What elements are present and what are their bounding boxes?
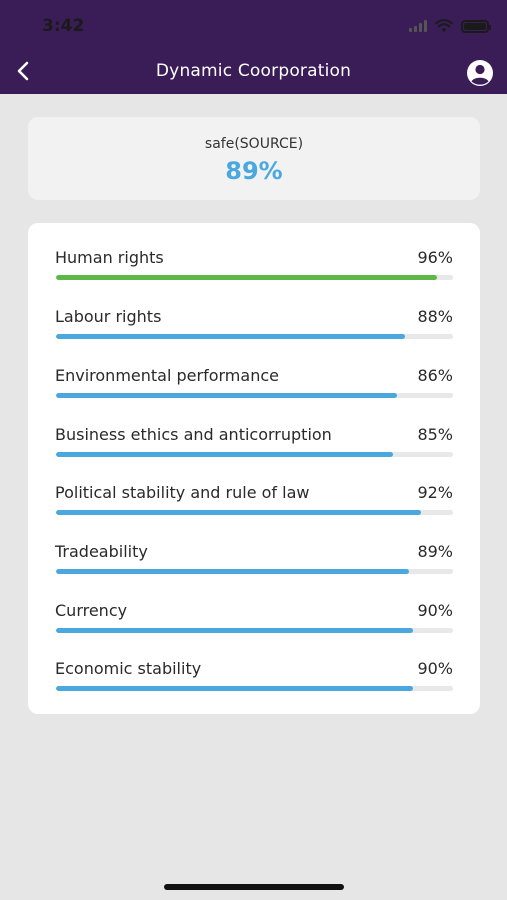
score-label: Political stability and rule of law [55,483,310,502]
score-row-environmental-performance: Environmental performance 86% [55,366,453,406]
cellular-signal-icon [409,20,427,32]
user-account-icon [467,60,493,86]
score-value: 90% [417,601,453,620]
score-label: Human rights [55,248,164,267]
score-fill [56,628,414,633]
score-track [56,628,453,633]
top-bar: 3:42 Dynamic Coorporation [0,0,507,94]
score-fill [56,452,394,457]
score-value: 90% [417,659,453,678]
score-row-labour-rights: Labour rights 88% [55,307,453,347]
scores-card: Human rights 96% Labour rights 88% Envir… [28,223,480,714]
score-row-business-ethics: Business ethics and anticorruption 85% [55,425,453,465]
score-fill [56,569,410,574]
summary-card: safe(SOURCE) 89% [28,117,480,200]
score-fill [56,686,414,691]
summary-score: 89% [225,157,283,185]
score-value: 86% [417,366,453,385]
score-row-economic-stability: Economic stability 90% [55,659,453,699]
score-value: 92% [417,483,453,502]
score-label: Economic stability [55,659,202,678]
score-value: 96% [417,248,453,267]
home-indicator[interactable] [164,884,344,890]
score-fill [56,510,422,515]
score-track [56,334,453,339]
wifi-icon [435,19,453,32]
score-value: 88% [417,307,453,326]
status-icons [409,16,491,36]
score-track [56,452,453,457]
score-label: Currency [55,601,128,620]
score-track [56,569,453,574]
score-track [56,393,453,398]
summary-label: safe(SOURCE) [204,136,304,152]
score-row-human-rights: Human rights 96% [55,248,453,288]
score-fill [56,334,406,339]
status-time: 3:42 [42,16,85,36]
score-track [56,510,453,515]
profile-button[interactable] [466,59,494,87]
score-label: Business ethics and anticorruption [55,425,332,444]
score-row-tradeability: Tradeability 89% [55,542,453,582]
score-label: Labour rights [55,307,162,326]
score-label: Tradeability [55,542,148,561]
score-row-currency: Currency 90% [55,601,453,641]
score-fill [56,393,398,398]
score-value: 85% [417,425,453,444]
page-title: Dynamic Coorporation [155,61,352,81]
score-track [56,275,453,280]
score-value: 89% [417,542,453,561]
score-fill [56,275,438,280]
score-track [56,686,453,691]
battery-icon [461,19,491,33]
score-row-political-stability: Political stability and rule of law 92% [55,483,453,523]
score-label: Environmental performance [55,366,279,385]
